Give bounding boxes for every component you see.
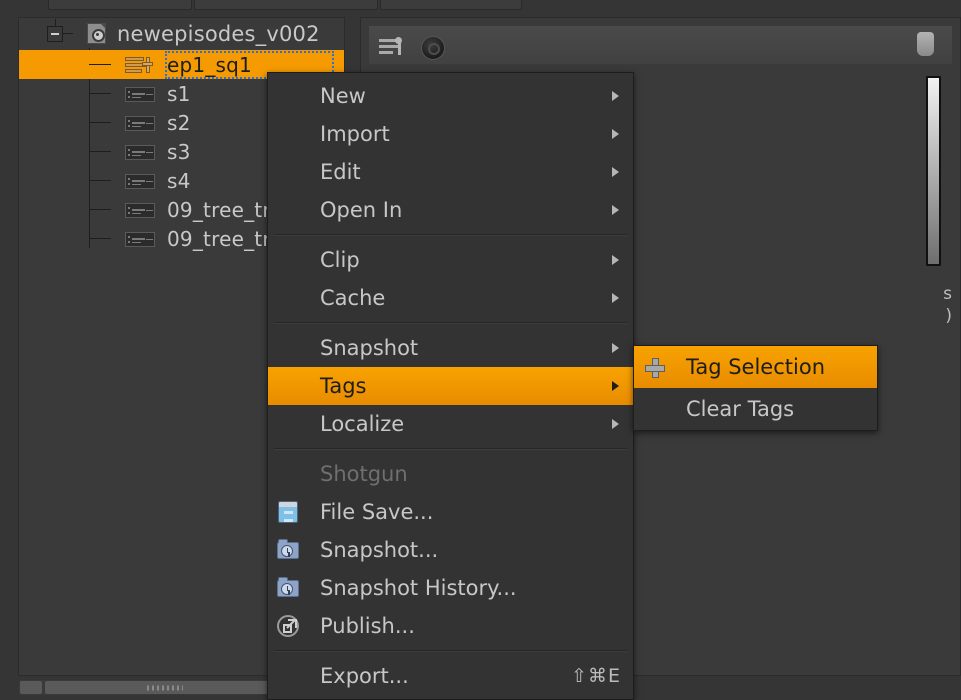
menu-item-label: Shotgun bbox=[320, 462, 408, 486]
menu-item-edit[interactable]: Edit bbox=[268, 153, 633, 191]
tree-item-label: s3 bbox=[167, 140, 191, 164]
cabinet-icon bbox=[275, 499, 301, 525]
menu-item-open-in[interactable]: Open In bbox=[268, 191, 633, 229]
tree-item-label: 09_tree_tr bbox=[167, 227, 271, 251]
menu-item-label: Cache bbox=[320, 286, 385, 310]
plus-icon bbox=[641, 354, 667, 380]
scroll-thumb-grip bbox=[147, 685, 183, 690]
submenu-item-clear-tags[interactable]: Clear Tags bbox=[634, 388, 877, 430]
tree-elbow bbox=[89, 122, 111, 123]
menu-item-label: Tags bbox=[320, 374, 367, 398]
menu-item-file-save[interactable]: File Save... bbox=[268, 493, 633, 531]
submenu-arrow-icon bbox=[612, 343, 619, 353]
menu-item-import[interactable]: Import bbox=[268, 115, 633, 153]
menu-separator bbox=[274, 322, 627, 324]
menu-separator bbox=[274, 448, 627, 450]
menu-item-label: Import bbox=[320, 122, 390, 146]
viewer-vertical-slider[interactable] bbox=[926, 76, 941, 266]
menu-item-publish[interactable]: Publish... bbox=[268, 607, 633, 645]
menu-separator bbox=[274, 650, 627, 652]
tree-item-label: s1 bbox=[167, 82, 191, 106]
top-toolbar-strip bbox=[0, 0, 961, 10]
menu-separator bbox=[274, 234, 627, 236]
submenu-item-label: Tag Selection bbox=[686, 355, 825, 379]
context-menu[interactable]: New Import Edit Open In Clip Cache Snaps… bbox=[267, 72, 634, 700]
menu-item-label: File Save... bbox=[320, 500, 433, 524]
tree-elbow bbox=[89, 238, 111, 239]
submenu-arrow-icon bbox=[612, 129, 619, 139]
clip-icon bbox=[125, 174, 155, 189]
menu-item-label: Snapshot... bbox=[320, 538, 438, 562]
publish-icon bbox=[275, 613, 301, 639]
tree-item-label: s4 bbox=[167, 169, 191, 193]
menu-item-label: Snapshot History... bbox=[320, 576, 517, 600]
tree-elbow bbox=[89, 151, 111, 152]
menu-item-label: Localize bbox=[320, 412, 404, 436]
menu-item-snapshot-history[interactable]: Snapshot History... bbox=[268, 569, 633, 607]
drag-handle[interactable] bbox=[917, 32, 934, 56]
submenu-arrow-icon bbox=[612, 167, 619, 177]
toolbar-tab-3[interactable] bbox=[380, 0, 522, 10]
submenu-arrow-icon bbox=[612, 205, 619, 215]
menu-item-tags[interactable]: Tags bbox=[268, 367, 633, 405]
clip-icon bbox=[125, 116, 155, 131]
menu-item-label: Snapshot bbox=[320, 336, 418, 360]
clip-icon bbox=[125, 232, 155, 247]
tags-submenu[interactable]: Tag Selection Clear Tags bbox=[633, 345, 878, 431]
viewer-clipped-text-1: s bbox=[943, 284, 952, 304]
toolbar-tab-1[interactable] bbox=[48, 0, 192, 10]
menu-item-label: Export... bbox=[320, 664, 409, 688]
menu-item-label: Clip bbox=[320, 248, 360, 272]
menu-item-clip[interactable]: Clip bbox=[268, 241, 633, 279]
clip-icon bbox=[125, 87, 155, 102]
submenu-arrow-icon bbox=[612, 255, 619, 265]
menu-item-label: Publish... bbox=[320, 614, 415, 638]
menu-item-label: Open In bbox=[320, 198, 402, 222]
tree-elbow bbox=[89, 93, 111, 94]
submenu-arrow-icon bbox=[612, 91, 619, 101]
menu-item-localize[interactable]: Localize bbox=[268, 405, 633, 443]
expander-stem-top bbox=[55, 19, 56, 26]
toolbar-tab-2[interactable] bbox=[194, 0, 378, 10]
expander-stem bbox=[63, 33, 73, 34]
tree-item-label: s2 bbox=[167, 111, 191, 135]
tree-elbow bbox=[89, 209, 111, 210]
viewer-clipped-text-2: ) bbox=[945, 306, 952, 326]
submenu-arrow-icon bbox=[612, 293, 619, 303]
sequence-icon bbox=[125, 56, 153, 75]
menu-item-snapshot-dialog[interactable]: Snapshot... bbox=[268, 531, 633, 569]
submenu-arrow-icon bbox=[612, 419, 619, 429]
menu-item-label: New bbox=[320, 84, 366, 108]
folder-clock-icon bbox=[275, 575, 301, 601]
submenu-item-tag-selection[interactable]: Tag Selection bbox=[634, 346, 877, 388]
menu-item-cache[interactable]: Cache bbox=[268, 279, 633, 317]
menu-item-shortcut: ⇧⌘E bbox=[571, 665, 621, 687]
expander-collapse-icon[interactable] bbox=[47, 26, 63, 42]
knob-icon[interactable] bbox=[421, 36, 445, 60]
submenu-arrow-icon bbox=[612, 381, 619, 391]
application-window: newepisodes_v002 ep1_sq1 s1 bbox=[0, 0, 961, 696]
slider-fill bbox=[928, 78, 939, 264]
submenu-item-label: Clear Tags bbox=[686, 397, 794, 421]
menu-item-shotgun: Shotgun bbox=[268, 455, 633, 493]
scroll-thumb[interactable] bbox=[45, 681, 285, 694]
tree-row-root[interactable]: newepisodes_v002 bbox=[19, 18, 344, 50]
tree-item-label: 09_tree_tr bbox=[167, 198, 271, 222]
menu-item-label: Edit bbox=[320, 160, 361, 184]
menu-item-snapshot[interactable]: Snapshot bbox=[268, 329, 633, 367]
document-icon bbox=[87, 23, 106, 44]
tree-elbow bbox=[89, 180, 111, 181]
tree-elbow bbox=[89, 64, 111, 65]
sliders-icon[interactable] bbox=[379, 37, 407, 55]
tree-root-label: newepisodes_v002 bbox=[117, 22, 320, 46]
folder-clock-icon bbox=[275, 537, 301, 563]
clip-icon bbox=[125, 145, 155, 160]
menu-item-export[interactable]: Export... ⇧⌘E bbox=[268, 657, 633, 695]
viewer-toolbar bbox=[369, 26, 952, 64]
menu-item-new[interactable]: New bbox=[268, 77, 633, 115]
clip-icon bbox=[125, 203, 155, 218]
scroll-left-button[interactable] bbox=[20, 681, 42, 694]
